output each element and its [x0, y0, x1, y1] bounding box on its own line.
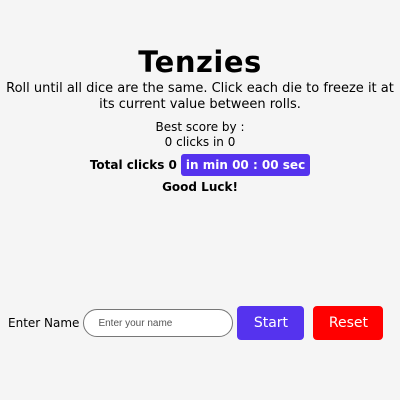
- name-input[interactable]: [83, 309, 234, 337]
- timer-badge: in min 00 : 00 sec: [180, 154, 311, 176]
- best-score-value: 0 clicks in 0: [164, 135, 236, 149]
- status-message: Good Luck!: [162, 180, 238, 194]
- tenzies-page: Tenzies Roll until all dice are the same…: [0, 0, 400, 400]
- best-score-label: Best score by :: [155, 120, 245, 134]
- page-title: Tenzies: [138, 45, 262, 79]
- total-clicks: Total clicks 0: [89, 158, 177, 172]
- start-button[interactable]: Start: [237, 306, 305, 340]
- stats-row: Total clicks 0 in min 00 : 00 sec: [0, 153, 400, 177]
- controls-bar: Enter Name Start Reset: [8, 306, 384, 340]
- game-description: Roll until all dice are the same. Click …: [6, 81, 394, 112]
- reset-button[interactable]: Reset: [313, 306, 384, 340]
- name-label: Enter Name: [8, 316, 80, 330]
